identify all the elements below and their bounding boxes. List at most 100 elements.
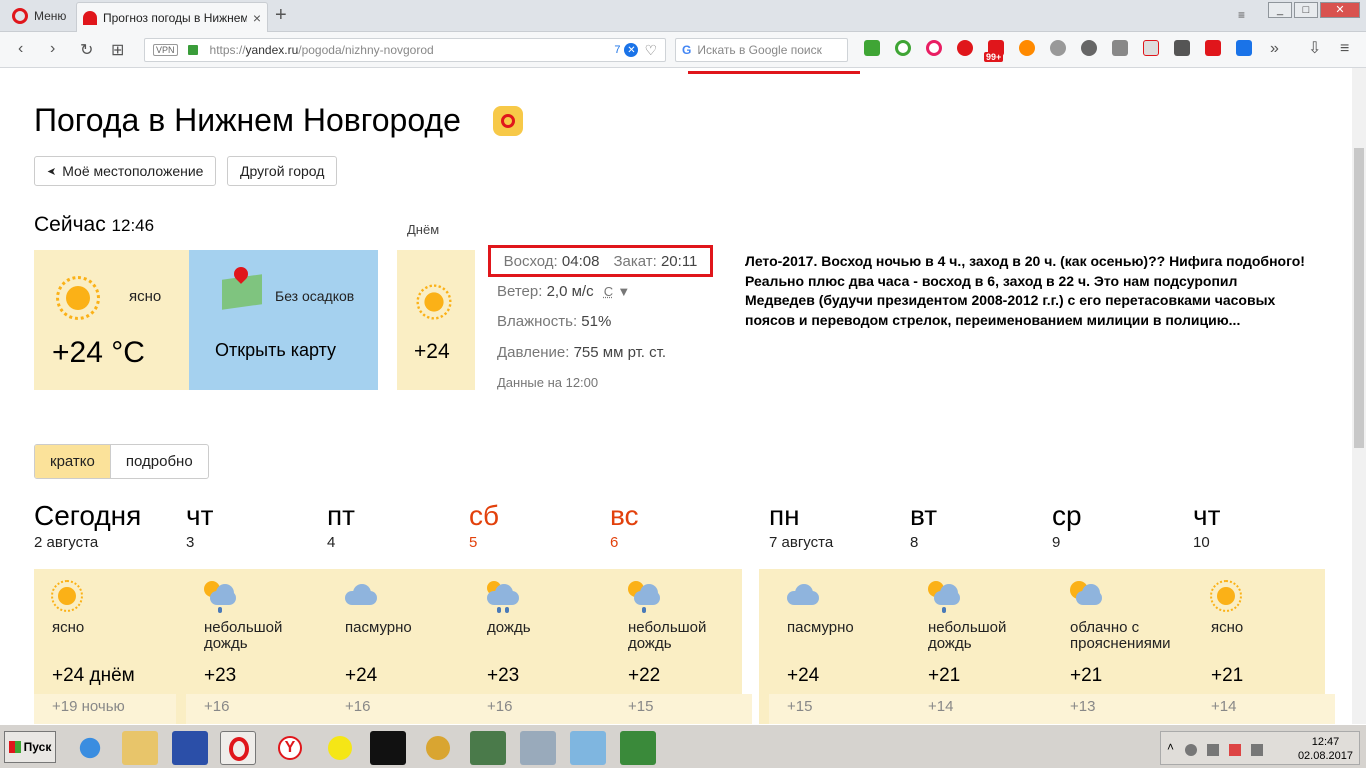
- forecast-day-name: пн: [769, 500, 800, 531]
- forecast-day-header[interactable]: вс 6: [610, 500, 752, 551]
- forecast-day-header[interactable]: вт 8: [910, 500, 1052, 551]
- forecast-day-header[interactable]: сб 5: [469, 500, 611, 551]
- easy-setup-icon[interactable]: ≡: [1340, 40, 1349, 58]
- ext-icon-10[interactable]: [1143, 40, 1159, 56]
- forecast-date: 6: [610, 534, 619, 551]
- forecast-cell[interactable]: небольшой дождь +23 +16: [186, 569, 328, 724]
- start-button[interactable]: Пуск: [4, 731, 56, 763]
- yandex-browser-icon[interactable]: Y: [272, 731, 308, 765]
- adblock-badge[interactable]: 7 ✕: [614, 43, 639, 57]
- forecast-cell[interactable]: небольшой дождь +22 +15: [610, 569, 752, 724]
- open-map-link[interactable]: Открыть карту: [215, 340, 336, 361]
- ext-icon-8[interactable]: [1081, 40, 1097, 56]
- minimize-button[interactable]: _: [1268, 2, 1292, 18]
- app-icon-9[interactable]: [470, 731, 506, 765]
- speed-dial-icon[interactable]: ⊞: [111, 40, 124, 60]
- day-label: Днём: [407, 222, 440, 237]
- reload-icon[interactable]: ↻: [80, 40, 93, 60]
- ext-download-icon[interactable]: [864, 40, 880, 56]
- forecast-day-header[interactable]: пт 4: [327, 500, 469, 551]
- windows-icon[interactable]: [1174, 40, 1190, 56]
- vpn-badge[interactable]: VPN: [153, 44, 178, 56]
- bookmark-heart-icon[interactable]: ♡: [644, 42, 657, 59]
- adblock-icon: ✕: [624, 43, 639, 57]
- network-icon[interactable]: [1251, 744, 1263, 756]
- clock[interactable]: 12:47 02.08.2017: [1298, 735, 1353, 763]
- scrollbar[interactable]: [1352, 68, 1366, 724]
- opera-logo-icon: [12, 8, 28, 24]
- shield-icon[interactable]: [1112, 40, 1128, 56]
- cloud-icon: [785, 579, 821, 615]
- umbrella-favicon-icon: [83, 10, 97, 25]
- maximize-button[interactable]: □: [1294, 2, 1318, 18]
- ext-icon-13[interactable]: [1236, 40, 1252, 56]
- editor-icon[interactable]: [620, 731, 656, 765]
- tray-expand-icon[interactable]: ˄: [1167, 740, 1174, 754]
- back-icon[interactable]: ‹: [18, 40, 23, 58]
- more-extensions-icon[interactable]: »: [1270, 40, 1279, 58]
- map-card[interactable]: Без осадков Открыть карту: [189, 250, 378, 390]
- data-timestamp: Данные на 12:00: [497, 375, 599, 390]
- url-field[interactable]: VPN https://yandex.ru/pogoda/nizhny-novg…: [144, 38, 666, 62]
- device-icon[interactable]: [1207, 744, 1219, 756]
- forecast-cell[interactable]: ясно +24 днём +19 ночью: [34, 569, 176, 724]
- tab-weather[interactable]: Прогноз погоды в Нижнем ×: [76, 2, 268, 32]
- ext-icon-3[interactable]: [926, 40, 942, 56]
- forecast-day-header[interactable]: Сегодня 2 августа: [34, 500, 176, 551]
- volume-icon[interactable]: [1185, 744, 1197, 756]
- partly-cloudy-icon: [1068, 579, 1104, 615]
- tab-close-icon[interactable]: ×: [253, 10, 261, 26]
- ublock-icon[interactable]: [1205, 40, 1221, 56]
- scrollbar-thumb[interactable]: [1354, 148, 1364, 448]
- forecast-day-header[interactable]: пн 7 августа: [769, 500, 911, 551]
- forecast-date: 7 августа: [769, 534, 834, 551]
- forecast-date: 3: [186, 534, 195, 551]
- folder-icon[interactable]: [122, 731, 158, 765]
- forecast-day-name: пт: [327, 500, 355, 531]
- forecast-cell[interactable]: ясно +21 +14: [1193, 569, 1335, 724]
- search-input[interactable]: G Искать в Google поиск: [675, 38, 848, 62]
- ext-icon-6[interactable]: [1019, 40, 1035, 56]
- toggle-detailed[interactable]: подробно: [111, 445, 208, 478]
- app-icon-8[interactable]: [420, 731, 456, 765]
- downloads-icon[interactable]: ⇩: [1308, 38, 1321, 58]
- new-tab-button[interactable]: +: [275, 4, 287, 27]
- forward-icon[interactable]: ›: [50, 40, 55, 58]
- ext-icon-2[interactable]: [895, 40, 911, 56]
- globe-icon[interactable]: [1050, 40, 1066, 56]
- forecast-condition: небольшой дождь: [928, 619, 1007, 652]
- tab-menu-icon[interactable]: ≡: [1238, 8, 1245, 22]
- forecast-cell[interactable]: небольшой дождь +21 +14: [910, 569, 1052, 724]
- ext-icon-4[interactable]: [957, 40, 973, 56]
- smiley-icon[interactable]: [322, 731, 358, 765]
- light-rain-icon: [626, 579, 662, 615]
- forecast-cell[interactable]: пасмурно +24 +15: [769, 569, 911, 724]
- my-location-button[interactable]: ➤ Моё местоположение: [34, 156, 217, 186]
- browser-menu-label: Меню: [34, 9, 67, 23]
- forecast-night-temp: +15: [610, 694, 752, 724]
- close-window-button[interactable]: ✕: [1320, 2, 1360, 18]
- notepad-icon[interactable]: [570, 731, 606, 765]
- floppy-icon[interactable]: [172, 731, 208, 765]
- taskbar: Пуск Y ˄ 12:47 02.08.2017: [0, 724, 1366, 768]
- forecast-cell[interactable]: облачно с прояснениями +21 +13: [1052, 569, 1194, 724]
- scanner-icon[interactable]: [520, 731, 556, 765]
- toggle-short[interactable]: кратко: [35, 445, 111, 478]
- view-toggle: кратко подробно: [34, 444, 209, 479]
- other-city-button[interactable]: Другой город: [227, 156, 338, 186]
- forecast-night-temp: +16: [186, 694, 328, 724]
- forecast-day-header[interactable]: ср 9: [1052, 500, 1194, 551]
- browser-menu-button[interactable]: Меню: [6, 4, 72, 28]
- ie-icon[interactable]: [72, 731, 108, 765]
- forecast-cell[interactable]: дождь +23 +16: [469, 569, 611, 724]
- forecast-date: 2 августа: [34, 534, 99, 551]
- forecast-day-header[interactable]: чт 10: [1193, 500, 1335, 551]
- now-heading: Сейчас 12:46: [34, 213, 154, 237]
- opera-taskbar-icon[interactable]: [220, 731, 256, 765]
- search-placeholder: Искать в Google поиск: [697, 43, 822, 57]
- security-icon[interactable]: [1229, 744, 1241, 756]
- cmd-icon[interactable]: [370, 731, 406, 765]
- windows-flag-icon: [8, 741, 21, 753]
- forecast-cell[interactable]: пасмурно +24 +16: [327, 569, 469, 724]
- forecast-day-header[interactable]: чт 3: [186, 500, 328, 551]
